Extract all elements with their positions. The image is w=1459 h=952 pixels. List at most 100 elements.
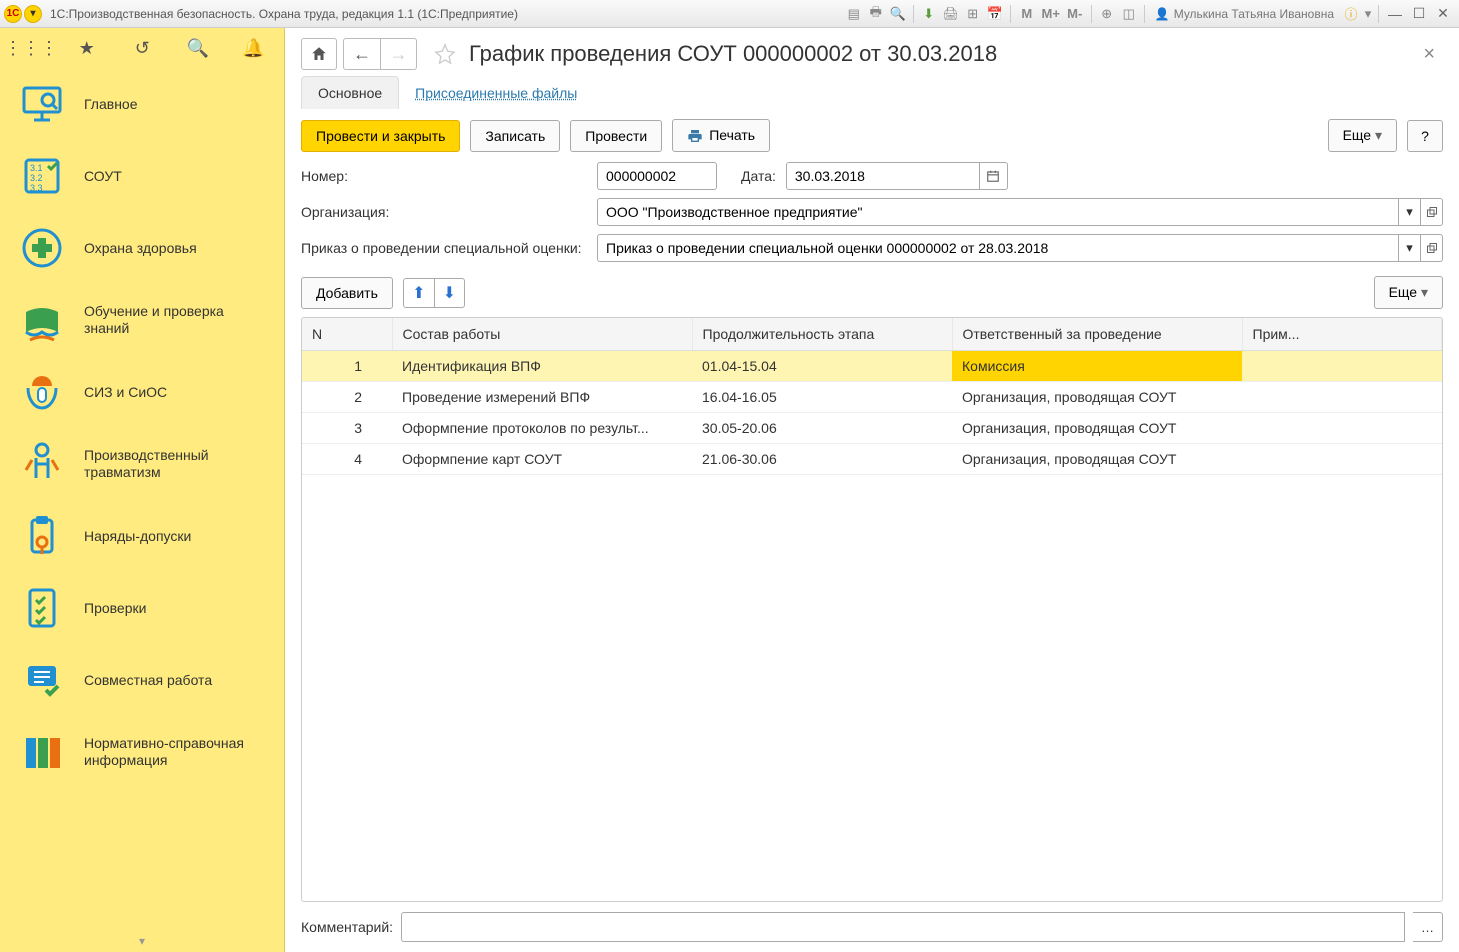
cell-resp: Организация, проводящая СОУТ [952,382,1242,413]
sidebar-item-8[interactable]: Совместная работа [0,644,284,716]
comment-label: Комментарий: [301,919,393,935]
sidebar-item-6[interactable]: Наряды-допуски [0,500,284,572]
sidebar-item-4[interactable]: СИЗ и СиОС [0,356,284,428]
tb-info-drop[interactable]: ▾ [1362,3,1374,25]
table-row[interactable]: 3Оформпение протоколов по результ...30.0… [302,413,1442,444]
comment-expand-button[interactable]: … [1413,912,1443,942]
sidebar-item-3[interactable]: Обучение и проверка знаний [0,284,284,356]
number-input[interactable] [597,162,717,190]
date-input[interactable] [786,162,980,190]
submit-close-button[interactable]: Провести и закрыть [301,120,460,152]
tb-m-plus[interactable]: М+ [1039,3,1063,25]
sidebar-item-2[interactable]: Охрана здоровья [0,212,284,284]
collab-icon [14,652,70,708]
grid-add-button[interactable]: Добавить [301,277,393,309]
tb-search-icon[interactable]: 🔍 [887,3,909,25]
page-close-button[interactable]: × [1415,43,1443,66]
print-button[interactable]: Печать [672,119,770,152]
sidebar-item-9[interactable]: Нормативно-справочная информация [0,716,284,788]
window-close-icon[interactable]: ✕ [1431,3,1455,25]
submit-button[interactable]: Провести [570,120,662,152]
cell-dur: 16.04-16.05 [692,382,952,413]
sections-grid-icon[interactable]: ⋮⋮⋮ [18,35,44,61]
col-header-responsible[interactable]: Ответственный за проведение [952,318,1242,351]
tb-printer-icon[interactable]: 🖨 [940,3,962,25]
tb-calendar-icon[interactable]: 📅 [984,3,1006,25]
dropdown-app-icon[interactable]: ▾ [24,5,42,23]
app-title: 1С:Производственная безопасность. Охрана… [50,7,518,21]
org-label: Организация: [301,204,597,220]
section-label: Обучение и проверка знаний [84,303,270,337]
org-input[interactable] [597,198,1399,226]
notifications-icon[interactable]: 🔔 [241,35,267,61]
section-label: Наряды-допуски [84,528,191,545]
save-button[interactable]: Записать [470,120,560,152]
sidebar-item-1[interactable]: 3.13.23.3СОУТ [0,140,284,212]
order-dropdown-button[interactable]: ▾ [1399,234,1421,262]
section-label: Производственный травматизм [84,447,270,481]
home-button[interactable] [301,38,337,70]
cell-dur: 01.04-15.04 [692,351,952,382]
comment-input[interactable] [401,912,1405,942]
cell-note [1242,382,1442,413]
org-open-button[interactable] [1421,198,1443,226]
col-header-duration[interactable]: Продолжительность этапа [692,318,952,351]
tb-m-plain[interactable]: М [1015,3,1039,25]
grid-move-up-button[interactable]: ⬆ [404,279,434,307]
window-maximize-icon[interactable]: ☐ [1407,3,1431,25]
sidebar-item-0[interactable]: Главное [0,68,284,140]
tb-info-icon[interactable]: ⓘ [1340,3,1362,25]
app-logo-icon: 1С [4,5,22,23]
sidebar-scroll-down-icon[interactable]: ▾ [139,934,145,948]
search-icon[interactable]: 🔍 [185,35,211,61]
injury-icon [14,436,70,492]
toolbar-more-button[interactable]: Еще [1328,119,1397,152]
nav-back-button[interactable]: ← [344,39,380,69]
open-external-icon [1426,206,1438,218]
window-minimize-icon[interactable]: — [1383,3,1407,25]
order-input[interactable] [597,234,1399,262]
col-header-work[interactable]: Состав работы [392,318,692,351]
table-row[interactable]: 2Проведение измерений ВПФ16.04-16.05Орга… [302,382,1442,413]
tb-file-icon[interactable]: ▤ [843,3,865,25]
history-icon[interactable]: ↺ [130,35,156,61]
cell-note [1242,351,1442,382]
tab-attached-files[interactable]: Присоединенные файлы [399,77,593,109]
data-grid[interactable]: N Состав работы Продолжительность этапа … [301,317,1443,902]
tb-print-icon[interactable]: 🖶 [865,3,887,25]
col-header-note[interactable]: Прим... [1242,318,1442,351]
tab-main[interactable]: Основное [301,76,399,109]
printer-icon [687,128,703,144]
cell-note [1242,413,1442,444]
ppe-icon [14,364,70,420]
table-row[interactable]: 1Идентификация ВПФ01.04-15.04Комиссия [302,351,1442,382]
sidebar-item-5[interactable]: Производственный травматизм [0,428,284,500]
date-picker-button[interactable] [980,162,1008,190]
cell-resp: Организация, проводящая СОУТ [952,444,1242,475]
section-label: Нормативно-справочная информация [84,735,270,769]
tb-download-icon[interactable]: ⬇ [918,3,940,25]
page-title: График проведения СОУТ 000000002 от 30.0… [469,41,1409,67]
order-open-button[interactable] [1421,234,1443,262]
tb-calc-icon[interactable]: ⊞ [962,3,984,25]
section-label: Охрана здоровья [84,240,197,257]
favorite-toggle-icon[interactable] [431,40,459,68]
grid-move-down-button[interactable]: ⬇ [434,279,464,307]
permit-icon [14,508,70,564]
grid-more-button[interactable]: Еще [1374,276,1443,309]
sidebar: ⋮⋮⋮ ★ ↺ 🔍 🔔 Главное3.13.23.3СОУТ Охрана з… [0,28,285,952]
calendar-icon [986,169,1000,183]
favorites-icon[interactable]: ★ [74,35,100,61]
docs-icon [14,724,70,780]
tb-zoom-icon[interactable]: ⊕ [1096,3,1118,25]
svg-text:3.1: 3.1 [30,163,43,173]
table-row[interactable]: 4Оформпение карт СОУТ21.06-30.06Организа… [302,444,1442,475]
titlebar: 1С ▾ 1С:Производственная безопасность. О… [0,0,1459,28]
sidebar-item-7[interactable]: Проверки [0,572,284,644]
col-header-n[interactable]: N [302,318,392,351]
tb-panels-icon[interactable]: ◫ [1118,3,1140,25]
org-dropdown-button[interactable]: ▾ [1399,198,1421,226]
tb-m-minus[interactable]: М- [1063,3,1087,25]
user-label[interactable]: 👤 Мулькина Татьяна Ивановна [1149,7,1340,21]
help-button[interactable]: ? [1407,120,1443,152]
